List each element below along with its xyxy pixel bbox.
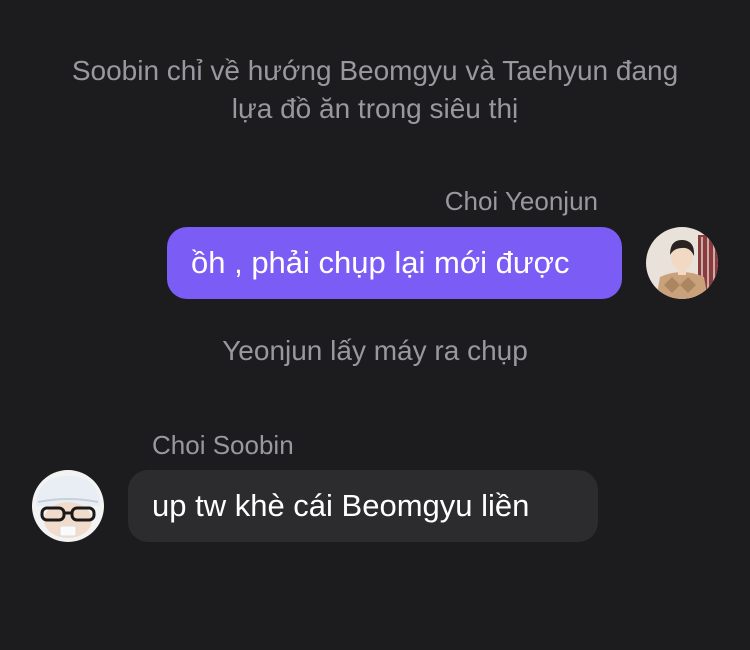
chat-screen: Soobin chỉ về hướng Beomgyu và Taehyun đ… bbox=[0, 0, 750, 650]
message-bubble-incoming[interactable]: up tw khè cái Beomgyu liền bbox=[128, 470, 598, 542]
message-bubble-outgoing[interactable]: ồh , phải chụp lại mới được bbox=[167, 227, 622, 299]
narration-text: Yeonjun lấy máy ra chụp bbox=[222, 335, 528, 366]
sender-name-yeonjun: Choi Yeonjun bbox=[444, 186, 598, 216]
avatar-photo-icon bbox=[646, 227, 718, 299]
avatar-yeonjun[interactable] bbox=[646, 227, 718, 299]
avatar-soobin[interactable] bbox=[32, 470, 104, 542]
avatar-photo-icon bbox=[32, 470, 104, 542]
narration-text: Soobin chỉ về hướng Beomgyu và Taehyun đ… bbox=[71, 55, 679, 124]
sender-name-soobin: Choi Soobin bbox=[152, 430, 294, 460]
